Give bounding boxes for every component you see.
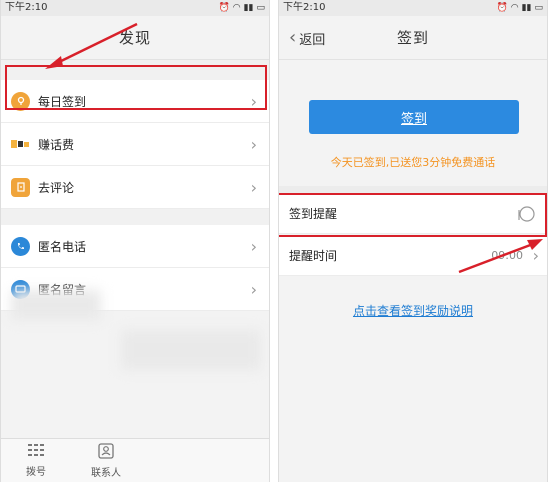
list-item-label: 匿名电话 <box>38 239 87 254</box>
chevron-right-icon: › <box>250 134 257 154</box>
back-label: 返回 <box>299 32 326 48</box>
back-button[interactable]: ‹ 返回 <box>289 16 325 60</box>
status-bar: 下午2:10 ⏰ ◠ ▮▮ ▭ <box>1 0 269 16</box>
list-item-anonymous-call[interactable]: 匿名电话 › <box>1 225 269 268</box>
header: ‹ 返回 签到 <box>279 16 547 60</box>
pointer-arrow-icon <box>45 22 138 69</box>
wifi-icon: ◠ <box>232 3 241 13</box>
list-item-label: 赚话费 <box>38 137 75 152</box>
signin-button[interactable]: 签到 <box>309 100 519 134</box>
tab-dialpad[interactable]: 拨号 <box>1 439 71 482</box>
battery-icon: ▭ <box>256 3 265 13</box>
page-title: 签到 <box>396 29 429 47</box>
contacts-icon <box>98 442 114 462</box>
chevron-right-icon: › <box>250 177 257 197</box>
signin-screen: 下午2:10 ⏰ ◠ ▮▮ ▭ ‹ 返回 签到 签到 今天已签到,已送您3分钟免… <box>278 0 548 482</box>
tab-label: 拨号 <box>26 466 46 478</box>
signin-message: 今天已签到,已送您3分钟免费通话 <box>330 156 496 169</box>
tab-label: 联系人 <box>91 467 121 479</box>
status-time: 下午2:10 <box>5 2 48 13</box>
chevron-left-icon: ‹ <box>289 27 297 48</box>
alarm-icon: ⏰ <box>218 3 230 13</box>
status-bar: 下午2:10 ⏰ ◠ ▮▮ ▭ <box>279 0 547 16</box>
status-time: 下午2:10 <box>283 2 326 13</box>
discover-screen: 下午2:10 ⏰ ◠ ▮▮ ▭ 发现 每日签到 › 赚话费 › 去评论 › 匿名… <box>0 0 270 482</box>
chevron-right-icon: › <box>250 279 257 299</box>
alarm-icon: ⏰ <box>496 3 508 13</box>
list-item-earn-credit[interactable]: 赚话费 › <box>1 123 269 166</box>
list-item-label: 去评论 <box>38 180 75 195</box>
signal-icon: ▮▮ <box>521 3 532 13</box>
tab-bar: 拨号 联系人 <box>1 438 269 482</box>
blurred-area <box>121 330 261 370</box>
reward-info-link[interactable]: 点击查看签到奖励说明 <box>279 302 547 319</box>
signal-icon: ▮▮ <box>243 3 254 13</box>
blurred-area <box>11 290 101 320</box>
pointer-arrow-icon <box>458 239 543 274</box>
wifi-icon: ◠ <box>510 3 519 13</box>
battery-icon: ▭ <box>534 3 543 13</box>
comment-icon <box>11 177 30 197</box>
tab-contacts[interactable]: 联系人 <box>71 439 141 482</box>
reminder-time-label: 提醒时间 <box>289 249 338 263</box>
chevron-right-icon: › <box>250 236 257 256</box>
list-item-comment[interactable]: 去评论 › <box>1 166 269 209</box>
phone-icon <box>11 236 30 256</box>
highlight-box <box>279 193 547 237</box>
coins-icon <box>11 135 30 154</box>
dialpad-icon <box>28 443 44 461</box>
